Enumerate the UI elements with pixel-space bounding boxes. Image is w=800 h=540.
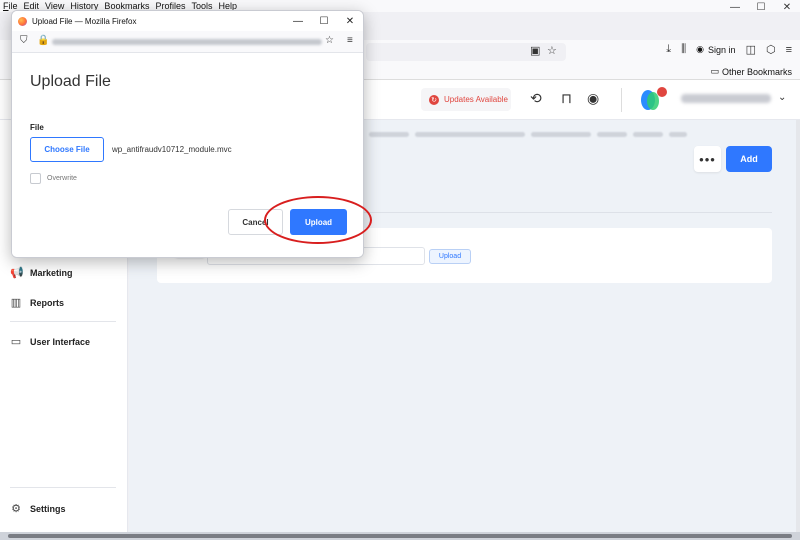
minimize-icon[interactable]: — [285,11,311,31]
close-icon[interactable]: ✕ [774,0,800,14]
gear-icon: ⚙ [11,503,21,515]
sidebar-divider [10,487,116,488]
extensions-menu-icon[interactable]: ≡ [347,35,353,46]
shield-icon[interactable]: ⛉ [20,35,28,46]
sidebar-divider [10,321,116,322]
panel-upload-button[interactable]: Upload [429,249,471,264]
bookmark-icon[interactable]: ⊓ [561,90,572,107]
horizontal-scrollbar[interactable] [0,532,800,540]
updates-available-button[interactable]: ↻ Updates Available [421,88,511,111]
screenshot-icon[interactable]: ◫ [746,43,756,56]
dialog-titlebar: Upload File — Mozilla Firefox — ☐ ✕ [12,11,363,31]
brand-logo [641,87,669,113]
folder-icon: ▭ [710,66,719,76]
library-icon[interactable]: ⫼ [681,43,686,56]
sidebar-item-label: Reports [30,297,65,308]
download-icon[interactable]: ⤓ [666,43,671,56]
firefox-icon [18,16,27,26]
breadcrumb [369,132,687,137]
bookmark-star-icon[interactable]: ☆ [547,44,557,57]
sign-in-label: Sign in [708,44,736,55]
megaphone-icon: 📢 [10,267,24,279]
window-icon: ▭ [10,336,22,348]
bar-chart-icon: ▥ [10,297,22,309]
maximize-icon[interactable]: ☐ [748,0,774,14]
bookmark-star-icon[interactable]: ☆ [325,35,334,46]
dialog-url-bar: ⛉ 🔒 ☆ ≡ [12,31,363,53]
more-options-button[interactable]: ••• [694,146,721,172]
updates-label: Updates Available [444,95,508,104]
vertical-scrollbar[interactable] [796,120,800,532]
header-divider [621,88,622,112]
close-icon[interactable]: ✕ [337,11,363,31]
dialog-window-controls: — ☐ ✕ [285,11,363,31]
user-email-redacted[interactable] [681,94,771,103]
toolbar-icons: ⤓ ⫼ ◉ Sign in ◫ ⬡ ≡ [666,43,792,56]
history-icon[interactable]: ⟲ [530,90,542,107]
extensions-icon[interactable]: ⬡ [766,43,776,56]
address-bar[interactable]: ▣ ☆ [366,43,566,61]
overwrite-checkbox[interactable]: Overwrite [30,173,77,184]
url-redacted [52,39,322,45]
dialog-window-title: Upload File — Mozilla Firefox [32,16,137,26]
checkbox-box[interactable] [30,173,41,184]
browser-window-controls: — ☐ ✕ [722,0,800,14]
sidebar-item-label: Marketing [30,267,73,278]
minimize-icon[interactable]: — [722,0,748,14]
sidebar-item-reports[interactable]: ▥ Reports [10,296,64,309]
file-field-label: File [30,123,44,132]
annotation-highlight-ellipse [264,196,372,244]
maximize-icon[interactable]: ☐ [311,11,337,31]
sidebar-item-label: Settings [30,503,66,514]
sidebar-item-user-interface[interactable]: ▭ User Interface [10,335,90,348]
app-menu-icon[interactable]: ≡ [786,44,792,56]
alert-icon: ↻ [429,94,439,105]
chevron-down-icon[interactable]: ⌄ [778,92,786,103]
sign-in-button[interactable]: ◉ Sign in [696,44,735,55]
lock-icon[interactable]: 🔒 [37,35,49,46]
sidebar-item-settings[interactable]: ⚙ Settings [10,502,66,515]
sidebar-item-marketing[interactable]: 📢 Marketing [10,266,73,279]
reader-view-icon[interactable]: ▣ [530,44,540,57]
choose-file-button[interactable]: Choose File [30,137,104,162]
sidebar-item-label: User Interface [30,336,91,347]
selected-file-name: wp_antifraudv10712_module.mvc [112,145,232,154]
other-bookmarks[interactable]: ▭ Other Bookmarks [710,66,792,77]
other-bookmarks-label: Other Bookmarks [721,66,792,77]
overwrite-label: Overwrite [47,175,77,182]
add-button[interactable]: Add [726,146,772,172]
dialog-heading: Upload File [30,73,111,90]
eye-icon[interactable]: ◉ [587,90,599,107]
account-icon: ◉ [696,44,705,54]
